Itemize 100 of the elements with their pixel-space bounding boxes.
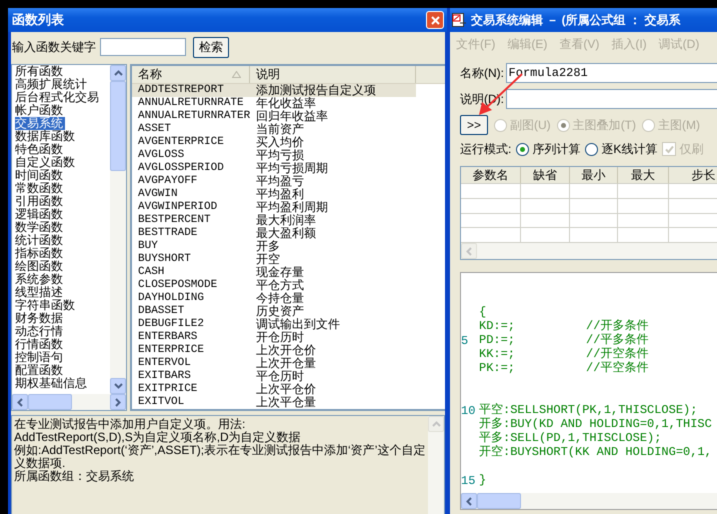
function-row[interactable]: ANNUALRETURNRATER 回归年收益率 <box>132 110 416 123</box>
scrollbar[interactable] <box>461 243 717 259</box>
table-cell[interactable] <box>618 198 669 214</box>
category-item[interactable]: 数学函数 <box>15 221 65 234</box>
function-row[interactable]: EXITVOL 上次平仓量 <box>132 396 416 409</box>
column-header[interactable]: 说明 <box>250 66 416 83</box>
category-item[interactable]: 引用函数 <box>15 195 65 208</box>
scroll-right-button[interactable] <box>110 394 126 410</box>
function-row[interactable]: EXITPRICE 上次平仓价 <box>132 383 416 396</box>
column-header[interactable]: 名称 <box>132 66 250 83</box>
category-item[interactable]: 特色函数 <box>15 143 65 156</box>
category-item[interactable]: 财务数据 <box>15 312 65 325</box>
function-row[interactable]: BESTPERCENT 最大利润率 <box>132 214 416 227</box>
table-cell[interactable] <box>461 214 521 228</box>
table-cell[interactable] <box>461 198 521 214</box>
function-description: 上次平仓价 <box>255 383 316 396</box>
table-cell[interactable] <box>521 198 570 214</box>
function-row[interactable]: AVGENTERPRICE 买入均价 <box>132 136 416 149</box>
function-row[interactable]: DEBUGFILE2 调试输出到文件 <box>132 318 416 331</box>
function-row[interactable]: DBASSET 历史资产 <box>132 305 416 318</box>
scroll-left-button[interactable] <box>12 394 28 410</box>
scrollbar[interactable] <box>461 493 717 509</box>
category-item[interactable]: 所有函数 <box>15 65 65 78</box>
code-comment: //开多条件 <box>586 319 648 333</box>
function-row[interactable]: AVGLOSS 平均亏损 <box>132 149 416 162</box>
scrollbar-thumb[interactable] <box>110 81 126 171</box>
chevron-left-icon <box>466 496 472 506</box>
table-cell[interactable] <box>570 184 618 199</box>
table-cell[interactable] <box>521 214 570 228</box>
column-header[interactable]: 最小 <box>570 167 618 184</box>
table-cell[interactable] <box>521 184 570 199</box>
scroll-left-button[interactable] <box>461 493 477 509</box>
function-description: 开仓历时 <box>255 331 304 344</box>
function-row[interactable]: EXITBARS 平仓历时 <box>132 370 416 383</box>
column-header[interactable]: 参数名 <box>461 167 521 184</box>
category-item[interactable]: 时间函数 <box>15 169 65 182</box>
search-field[interactable] <box>100 38 186 56</box>
function-row[interactable]: ANNUALRETURNRATE 年化收益率 <box>132 97 416 110</box>
scrollbar[interactable] <box>428 416 444 514</box>
category-item[interactable]: 指标函数 <box>15 247 65 260</box>
function-row[interactable]: ENTERBARS 开仓历时 <box>132 331 416 344</box>
column-header[interactable]: 最大 <box>618 167 669 184</box>
code-editor[interactable]: { KD:=; //开多条件 5 PD:=; //平多条件 KK:=; //开空条件 PK:=; //平空条件 10 平空:SELLSHORT(PK,1,THISCLOSE); 开多:BUY(KD AND HOLDING=0,1,THISC 平多:SELL(PD,1,THISCLOSE); 开空:BUYSHORT(KK AND HOLDING=0,1, 15 } <box>460 272 717 510</box>
category-item[interactable]: 行情函数 <box>15 338 65 351</box>
scrollbar[interactable] <box>12 394 126 410</box>
function-row[interactable]: ENTERVOL 上次开仓量 <box>132 357 416 370</box>
table-cell[interactable] <box>461 184 521 199</box>
close-button[interactable] <box>426 11 444 29</box>
table-cell[interactable] <box>570 198 618 214</box>
category-item[interactable]: 后台程式化交易 <box>15 91 101 104</box>
function-row[interactable]: AVGLOSSPERIOD 平均亏损周期 <box>132 162 416 175</box>
scroll-down-button[interactable] <box>110 378 126 394</box>
category-item[interactable]: 动态行情 <box>15 325 65 338</box>
function-row[interactable]: ENTERPRICE 上次开仓价 <box>132 344 416 357</box>
table-cell[interactable] <box>618 184 669 199</box>
category-item[interactable]: 线型描述 <box>15 286 65 299</box>
category-item[interactable]: 统计函数 <box>15 234 65 247</box>
function-row[interactable]: BESTTRADE 最大盈利额 <box>132 227 416 240</box>
name-field[interactable]: Formula2281 <box>506 63 717 83</box>
description-field[interactable] <box>506 89 717 109</box>
function-name: AVGPAYOFF <box>137 175 198 188</box>
category-item[interactable]: 帐户函数 <box>15 104 65 117</box>
category-item[interactable]: 控制语句 <box>15 351 65 364</box>
category-item[interactable]: 期权基础信息 <box>15 377 89 390</box>
category-item[interactable]: 字符串函数 <box>15 299 77 312</box>
expand-button[interactable]: >> <box>460 115 488 135</box>
table-cell[interactable] <box>570 214 618 228</box>
radio-button[interactable]: 序列计算 <box>516 140 580 158</box>
close-icon <box>430 16 440 24</box>
function-row[interactable]: AVGPAYOFF 平均盈亏 <box>132 175 416 188</box>
scrollbar-thumb[interactable] <box>477 493 521 509</box>
function-row[interactable]: CLOSEPOSMODE 平仓方式 <box>132 279 416 292</box>
code-text: PD:=; <box>479 333 516 347</box>
scrollbar[interactable] <box>110 65 126 394</box>
line-number: 10 <box>461 404 476 418</box>
category-item[interactable]: 交易系统 <box>15 117 65 130</box>
category-item[interactable]: 系统参数 <box>15 273 65 286</box>
category-item[interactable]: 绘图函数 <box>15 260 65 273</box>
category-item[interactable]: 常数函数 <box>15 182 65 195</box>
function-row[interactable]: ASSET 当前资产 <box>132 123 416 136</box>
category-item[interactable]: 逻辑函数 <box>15 208 65 221</box>
function-row[interactable]: ADDTESTREPORT 添加测试报告自定义项 <box>132 84 416 97</box>
category-item[interactable]: 数据库函数 <box>15 130 77 143</box>
function-row[interactable]: AVGWINPERIOD 平均盈利周期 <box>132 201 416 214</box>
scrollbar-thumb[interactable] <box>28 394 72 410</box>
scroll-up-button[interactable] <box>110 65 126 81</box>
column-header[interactable]: 步长 <box>669 167 717 184</box>
radio-button[interactable]: 逐K线计算 <box>585 140 658 158</box>
category-item[interactable]: 自定义函数 <box>15 156 77 169</box>
function-row[interactable]: BUYSHORT 开空 <box>132 253 416 266</box>
function-row[interactable]: CASH 现金存量 <box>132 266 416 279</box>
function-row[interactable]: AVGWIN 平均盈利 <box>132 188 416 201</box>
category-item[interactable]: 高频扩展统计 <box>15 78 89 91</box>
code-text: 开空:BUYSHORT(KK AND HOLDING=0,1, <box>479 445 712 459</box>
category-item[interactable]: 配置函数 <box>15 364 65 377</box>
function-row[interactable]: DAYHOLDING 今持仓量 <box>132 292 416 305</box>
table-cell[interactable] <box>618 214 669 228</box>
column-header[interactable]: 缺省 <box>521 167 570 184</box>
search-button[interactable]: 检索 <box>193 36 229 58</box>
function-row[interactable]: BUY 开多 <box>132 240 416 253</box>
